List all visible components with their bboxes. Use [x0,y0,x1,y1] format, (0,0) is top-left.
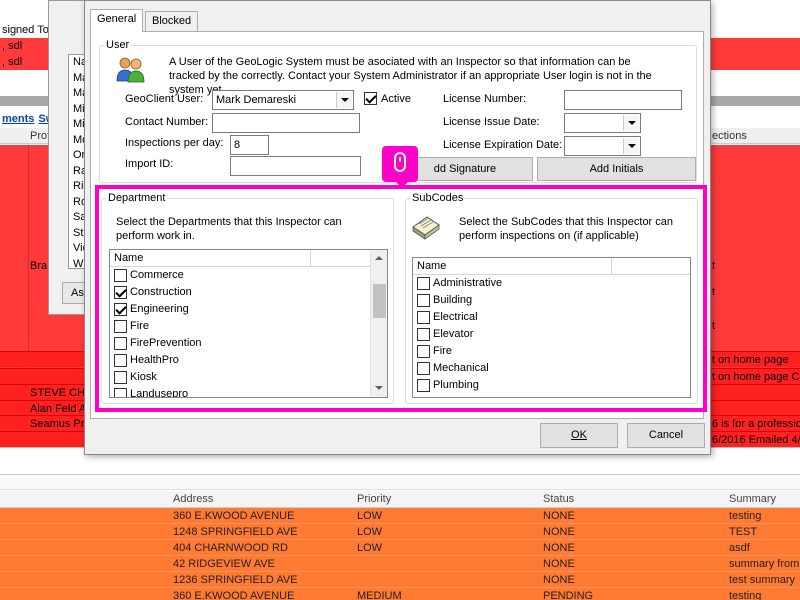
import-id-input[interactable] [230,156,361,176]
geoclient-user-value: Mark Demareski [216,94,297,106]
user-group-legend: User [106,39,130,51]
bg-col-inspections: ections [712,130,747,142]
license-issue-date-label: License Issue Date: [443,116,540,128]
chevron-down-icon[interactable] [336,92,352,108]
bg-grid2-row[interactable]: 360 E.KWOOD AVENUE LOW NONE testing [0,508,800,524]
highlight-badge [382,146,418,188]
tab-general[interactable]: General [90,9,144,32]
contact-number-input[interactable] [212,113,360,133]
cancel-button[interactable]: Cancel [627,423,705,448]
bg-grid2-row[interactable]: 404 CHARNWOOD RD LOW NONE asdf [0,540,800,556]
bg-grid2-row[interactable]: 1236 SPRINGFIELD AVE NONE test summary [0,572,800,588]
ok-button[interactable]: OK [540,423,618,448]
bg-grid2-row[interactable]: 42 RIDGEVIEW AVE NONE summary from [0,556,800,572]
bg-grid2-row[interactable]: 1248 SPRINGFIELD AVE LOW NONE TEST [0,524,800,540]
bg-col-summary: Summary [729,493,777,505]
active-checkbox[interactable] [364,92,377,105]
license-issue-date-picker[interactable] [564,113,641,133]
inspections-per-day-input[interactable] [230,135,269,155]
inspections-per-day-label: Inspections per day: [125,137,224,149]
bg-assigned-label: signed To [2,24,49,36]
tab-blocked-times[interactable]: Blocked Times [145,11,199,45]
license-expiration-date-picker[interactable] [564,136,641,156]
license-number-input[interactable] [564,90,682,110]
bg-grid2-header: Address Priority Status Summary [0,491,800,508]
active-label: Active [381,93,411,105]
geoclient-user-dropdown[interactable]: Mark Demareski [212,90,354,110]
bg-col-status: Status [543,493,575,505]
bg-grid2-toolbar [0,474,800,490]
bg-col-address: Address [173,493,214,505]
import-id-label: Import ID: [125,158,174,170]
add-initials-button[interactable]: Add Initials [537,157,696,181]
chevron-down-icon[interactable] [623,138,639,154]
bg-col-priority: Priority [357,493,392,505]
users-icon [116,57,145,83]
contact-number-label: Contact Number: [125,116,209,128]
license-number-label: License Number: [443,93,527,105]
mouse-icon [394,152,406,172]
bg-grid2-row[interactable]: 360 E.KWOOD AVENUE MEDIUM PENDING testin… [0,588,800,600]
highlight-frame [95,185,707,412]
chevron-down-icon[interactable] [623,115,639,131]
geoclient-user-label: GeoClient User: [125,93,204,105]
license-expiration-date-label: License Expiration Date: [443,139,563,151]
bg-link-comments[interactable]: ments [2,113,34,125]
